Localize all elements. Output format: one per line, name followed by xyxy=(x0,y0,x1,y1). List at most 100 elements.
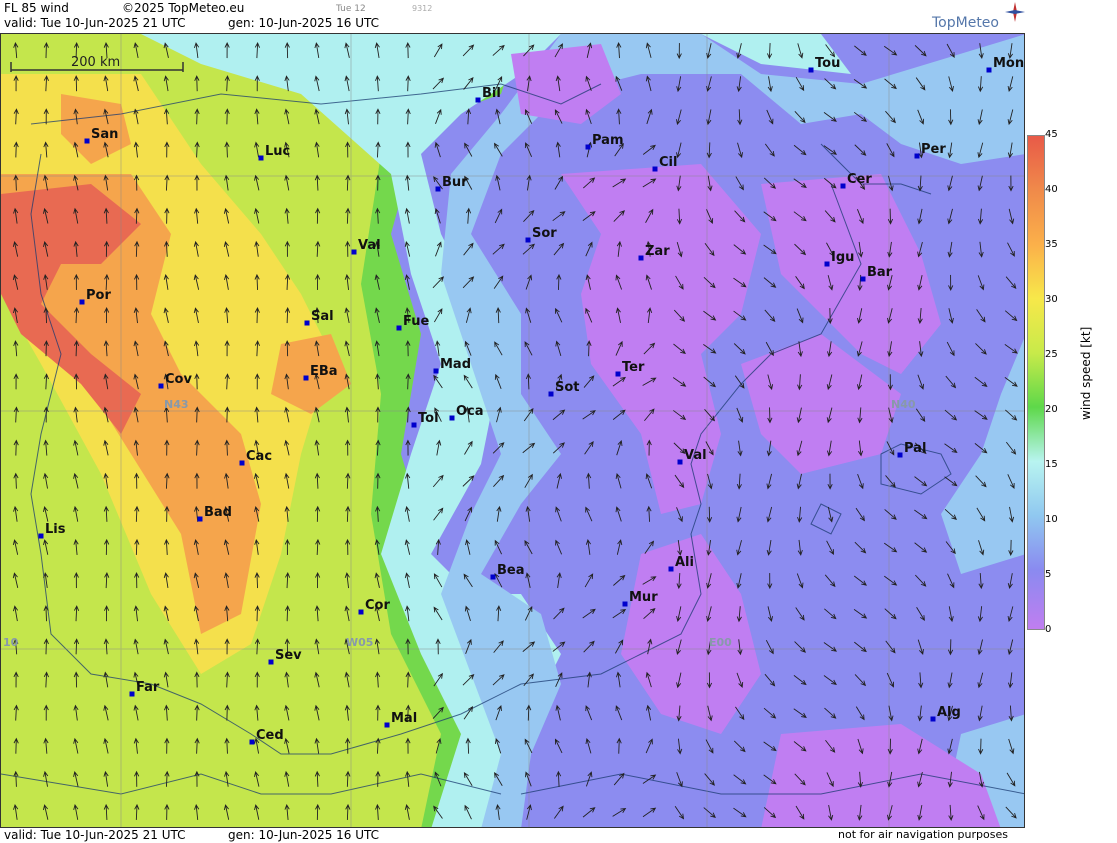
city-dot-icon xyxy=(986,67,992,73)
color-legend: 45 40 35 30 25 20 15 10 5 0 wind speed [kt] xyxy=(1027,0,1117,843)
city-dot-icon xyxy=(930,716,936,722)
city-label: Cor xyxy=(365,598,390,613)
header-bar: FL 85 wind ©2025 TopMeteo.eu valid: Tue … xyxy=(0,0,1027,33)
legend-tick-label: 0 xyxy=(1045,624,1052,635)
footer-bar: valid: Tue 10-Jun-2025 21 UTC gen: 10-Ju… xyxy=(0,828,1027,843)
city-dot-icon xyxy=(79,299,85,305)
city-label: Far xyxy=(136,680,160,695)
city-label: Oca xyxy=(456,404,484,419)
grid-label: E00 xyxy=(709,636,732,649)
city-dot-icon xyxy=(358,609,364,615)
disclaimer: not for air navigation purposes xyxy=(838,828,1008,841)
city-label: Per xyxy=(921,142,946,157)
city-label: Cer xyxy=(847,172,872,187)
city-dot-icon xyxy=(585,144,591,150)
copyright: ©2025 TopMeteo.eu xyxy=(122,1,245,15)
city-dot-icon xyxy=(622,601,628,607)
city-label: Ali xyxy=(675,555,694,570)
city-label: Cac xyxy=(246,449,272,464)
city-label: Sot xyxy=(555,380,580,395)
city-label: Bur xyxy=(442,175,468,190)
city-dot-icon xyxy=(897,452,903,458)
city-dot-icon xyxy=(268,659,274,665)
city-label: Mur xyxy=(629,590,658,605)
city-label: Mal xyxy=(391,711,417,726)
city-dot-icon xyxy=(129,691,135,697)
legend-tick-label: 25 xyxy=(1045,349,1058,360)
city-dot-icon xyxy=(638,255,644,261)
grid-label: 10 xyxy=(3,636,19,649)
city-dot-icon xyxy=(158,383,164,389)
code-label: 9312 xyxy=(412,4,433,13)
brand-logo: TopMeteo xyxy=(932,15,999,31)
generation-time: gen: 10-Jun-2025 16 UTC xyxy=(228,16,380,30)
city-dot-icon xyxy=(668,566,674,572)
city-label: Cov xyxy=(165,372,192,387)
legend-tick-label: 10 xyxy=(1045,514,1058,525)
city-dot-icon xyxy=(433,368,439,374)
city-label: Luc xyxy=(265,144,290,159)
city-label: Bil xyxy=(482,86,501,101)
grid-label: N43 xyxy=(164,398,189,411)
city-label: Mad xyxy=(440,357,471,372)
city-dot-icon xyxy=(914,153,920,159)
legend-tick-label: 40 xyxy=(1045,184,1058,195)
city-dot-icon xyxy=(384,722,390,728)
city-dot-icon xyxy=(84,138,90,144)
city-label: Pal xyxy=(904,441,926,456)
city-label: Bad xyxy=(204,505,232,520)
city-dot-icon xyxy=(615,371,621,377)
city-dot-icon xyxy=(490,574,496,580)
city-dot-icon xyxy=(351,249,357,255)
city-dot-icon xyxy=(652,166,658,172)
city-dot-icon xyxy=(808,67,814,73)
city-label: Igu xyxy=(831,250,854,265)
city-marker: Pam xyxy=(585,133,624,150)
city-dot-icon xyxy=(197,516,203,522)
city-marker: Mad xyxy=(433,357,471,374)
legend-tick-label: 45 xyxy=(1045,129,1058,140)
compass-logo-icon xyxy=(1005,2,1025,22)
product-title: FL 85 wind xyxy=(4,1,69,15)
city-label: Cil xyxy=(659,155,677,170)
footer-generation-time: gen: 10-Jun-2025 16 UTC xyxy=(228,828,380,842)
legend-tick-label: 20 xyxy=(1045,404,1058,415)
city-label: Bea xyxy=(497,563,525,578)
city-label: San xyxy=(91,127,118,142)
city-dot-icon xyxy=(548,391,554,397)
city-dot-icon xyxy=(677,459,683,465)
city-dot-icon xyxy=(396,325,402,331)
city-marker: Mon xyxy=(986,56,1024,73)
scale-label: 200 km xyxy=(71,55,120,70)
city-dot-icon xyxy=(258,155,264,161)
city-label: Sor xyxy=(532,226,557,241)
city-dot-icon xyxy=(435,186,441,192)
legend-tick-label: 35 xyxy=(1045,239,1058,250)
day-label: Tue 12 xyxy=(336,4,366,14)
legend-tick-label: 30 xyxy=(1045,294,1058,305)
grid-label: N40 xyxy=(891,398,916,411)
city-dot-icon xyxy=(38,533,44,539)
city-dot-icon xyxy=(249,739,255,745)
legend-tick-label: 5 xyxy=(1045,569,1052,580)
city-dot-icon xyxy=(411,422,417,428)
valid-time: valid: Tue 10-Jun-2025 21 UTC xyxy=(4,16,186,30)
city-label: Tou xyxy=(815,56,840,71)
city-label: Tol xyxy=(418,411,439,426)
city-dot-icon xyxy=(860,276,866,282)
city-label: Bar xyxy=(867,265,893,280)
city-label: Sal xyxy=(311,309,334,324)
city-label: EBa xyxy=(310,364,338,379)
city-label: Por xyxy=(86,288,111,303)
city-label: Lis xyxy=(45,522,66,537)
city-label: Mon xyxy=(993,56,1024,71)
legend-colorbar xyxy=(1027,135,1045,630)
city-label: Val xyxy=(684,448,707,463)
city-dot-icon xyxy=(304,320,310,326)
city-label: Pam xyxy=(592,133,624,148)
city-dot-icon xyxy=(824,261,830,267)
city-label: Alg xyxy=(937,705,961,720)
city-dot-icon xyxy=(525,237,531,243)
city-dot-icon xyxy=(303,375,309,381)
city-label: Val xyxy=(358,238,381,253)
